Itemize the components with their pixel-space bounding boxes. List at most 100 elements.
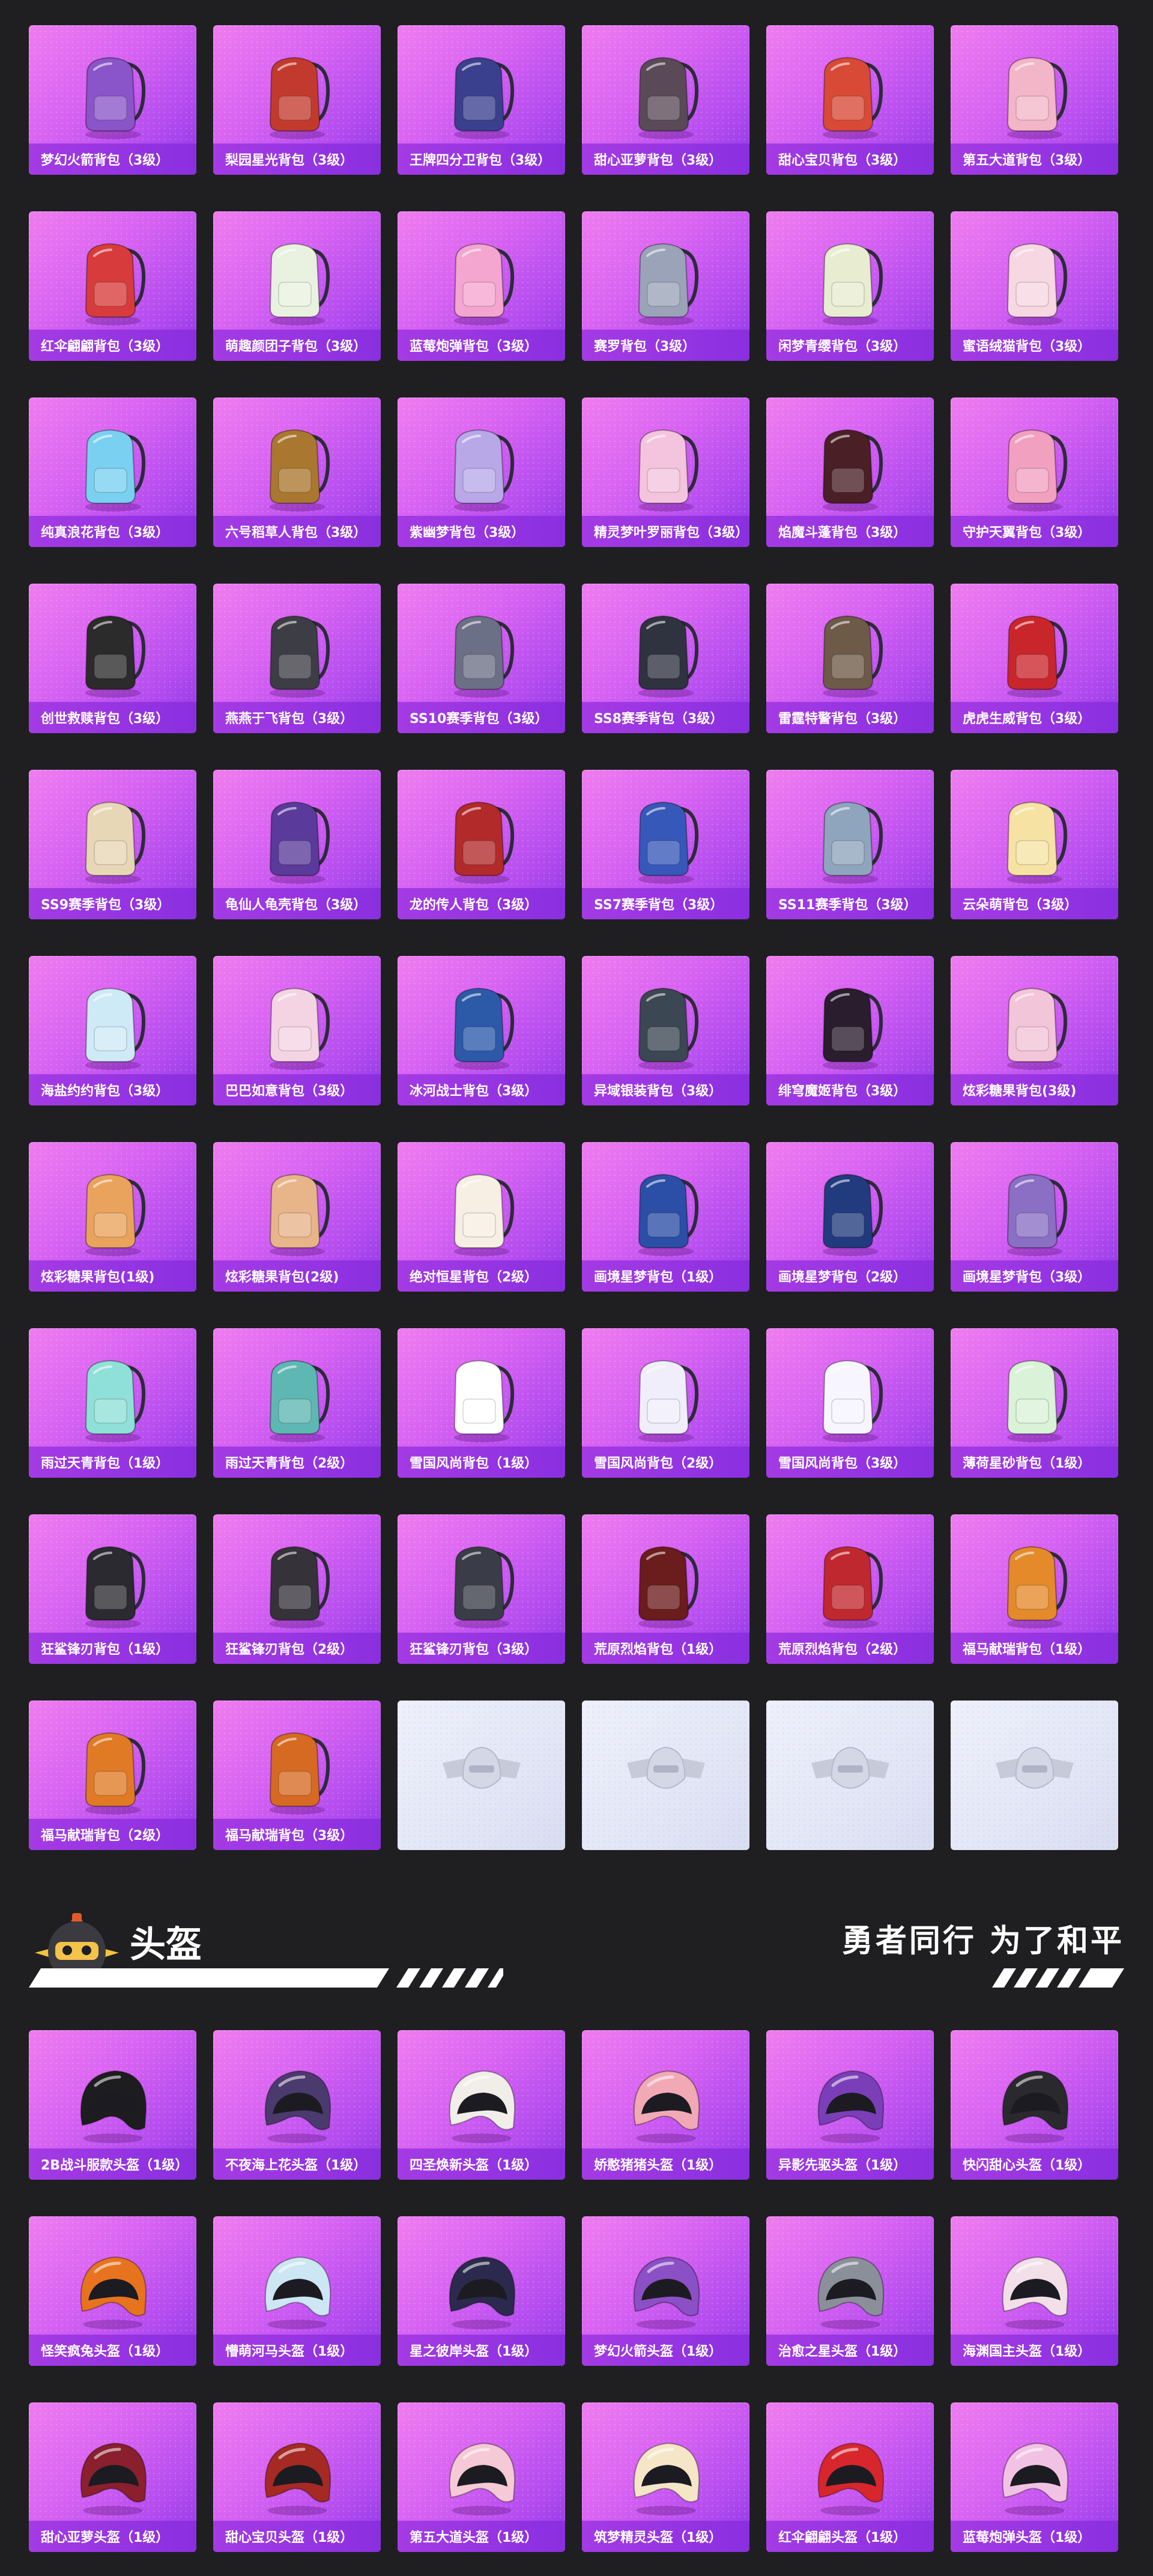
backpack-name-label: 绝对恒星背包（2级） (398, 1260, 565, 1292)
backpack-card[interactable]: 紫幽梦背包（3级） (398, 398, 565, 547)
helmet-card[interactable]: 甜心亚萝头盔（1级） (29, 2402, 196, 2552)
backpack-card[interactable]: 赛罗背包（3级） (582, 211, 749, 361)
helmet-card[interactable]: 四圣焕新头盔（1级） (398, 2030, 565, 2180)
helmet-card[interactable]: 梦幻火箭头盔（1级） (582, 2216, 749, 2366)
backpack-card[interactable]: 炫彩糖果背包(2级) (213, 1142, 381, 1292)
backpack-card[interactable]: 蓝莓炮弹背包（3级） (398, 211, 565, 361)
backpack-card[interactable]: 纯真浪花背包（3级） (29, 398, 196, 547)
locked-item-card[interactable] (582, 1701, 749, 1850)
backpack-card[interactable]: 荒原烈焰背包（1级） (582, 1514, 749, 1664)
helmet-card[interactable]: 海渊国主头盔（1级） (951, 2216, 1118, 2366)
tech-backpack-icon (638, 987, 698, 1070)
helmet-card[interactable]: 治愈之星头盔（1级） (766, 2216, 934, 2366)
helmet-card[interactable]: 红伞翩翩头盔（1级） (766, 2402, 934, 2552)
backpack-card[interactable]: 守护天翼背包（3级） (951, 398, 1118, 547)
pubg-emblem-icon (811, 1746, 889, 1789)
backpack-card[interactable]: 狂鲨锋刃背包（2级） (213, 1514, 381, 1664)
backpack-card[interactable]: SS11赛季背包（3级） (766, 770, 934, 919)
backpack-card[interactable]: 福马献瑞背包（3级） (213, 1701, 381, 1850)
helmet-card[interactable]: 懵萌河马头盔（1级） (213, 2216, 381, 2366)
backpack-card[interactable]: 精灵梦叶罗丽背包（3级） (582, 398, 749, 547)
backpack-card[interactable]: 蜜语绒猫背包（3级） (951, 211, 1118, 361)
locked-item-card[interactable] (951, 1701, 1118, 1850)
backpack-card[interactable]: 甜心宝贝背包（3级） (766, 25, 934, 175)
backpack-card[interactable]: 福马献瑞背包（1级） (951, 1514, 1118, 1664)
backpack-card[interactable]: 薄荷星砂背包（1级） (951, 1328, 1118, 1478)
backpack-name-label: 狂鲨锋刃背包（1级） (29, 1633, 196, 1664)
slogan-text: 勇者同行 为了和平 (841, 1923, 1124, 1959)
helmet-card[interactable]: 筑梦精灵头盔（1级） (582, 2402, 749, 2552)
backpack-card[interactable]: 巴巴如意背包（3级） (213, 956, 381, 1105)
backpack-card[interactable]: 画境星梦背包（3级） (951, 1142, 1118, 1292)
backpack-card[interactable]: 画境星梦背包（2级） (766, 1142, 934, 1292)
rocket-backpack-icon (85, 56, 145, 139)
backpack-card[interactable]: 梦幻火箭背包（3级） (29, 25, 196, 175)
helmet-card[interactable]: 异影先驱头盔（1级） (766, 2030, 934, 2180)
pubg-emblem-icon (626, 1746, 705, 1789)
backpack-name-label: 雨过天青背包（2级） (213, 1447, 381, 1478)
backpack-card[interactable]: 荒原烈焰背包（2级） (766, 1514, 934, 1664)
mecha-backpack-icon (638, 243, 698, 325)
backpack-name-label: 画境星梦背包（2级） (766, 1260, 934, 1292)
backpack-card[interactable]: 闲梦青缨背包（3级） (766, 211, 934, 361)
backpack-card[interactable]: 萌趣颜团子背包（3级） (213, 211, 381, 361)
helmet-card[interactable]: 怪笑疯兔头盔（1级） (29, 2216, 196, 2366)
backpack-card[interactable]: 第五大道背包（3级） (951, 25, 1118, 175)
backpack-card[interactable]: SS9赛季背包（3级） (29, 770, 196, 919)
helmet-card[interactable]: 星之彼岸头盔（1级） (398, 2216, 565, 2366)
backpack-card[interactable]: 福马献瑞背包（2级） (29, 1701, 196, 1850)
backpack-card[interactable]: 炫彩糖果背包(3级) (951, 956, 1118, 1105)
locked-item-card[interactable] (398, 1701, 565, 1850)
backpack-card[interactable]: 海盐约约背包（3级） (29, 956, 196, 1105)
helmet-card[interactable]: 娇憨猪猪头盔（1级） (582, 2030, 749, 2180)
backpack-card[interactable]: 龟仙人龟壳背包（3级） (213, 770, 381, 919)
backpack-card[interactable]: 王牌四分卫背包（3级） (398, 25, 565, 175)
helmet-icon (817, 2070, 884, 2143)
backpack-name-label: 虎虎生威背包（3级） (951, 702, 1118, 733)
backpack-card[interactable]: 炫彩糖果背包(1级) (29, 1142, 196, 1292)
backpack-card[interactable]: 焰魔斗蓬背包（3级） (766, 398, 934, 547)
backpack-card[interactable]: 画境星梦背包（1级） (582, 1142, 749, 1292)
helmet-name-label: 梦幻火箭头盔（1级） (582, 2335, 749, 2366)
backpack-card[interactable]: 绝对恒星背包（2级） (398, 1142, 565, 1292)
helmet-card[interactable]: 第五大道头盔（1级） (398, 2402, 565, 2552)
backpack-card[interactable]: 燕燕于飞背包（3级） (213, 584, 381, 733)
locked-item-card[interactable] (766, 1701, 934, 1850)
backpack-card[interactable]: 狂鲨锋刃背包（3级） (398, 1514, 565, 1664)
backpack-card[interactable]: 龙的传人背包（3级） (398, 770, 565, 919)
backpack-card[interactable]: SS8赛季背包（3级） (582, 584, 749, 733)
helmet-card[interactable]: 快闪甜心头盔（1级） (951, 2030, 1118, 2180)
backpack-card[interactable]: 雨过天青背包（2级） (213, 1328, 381, 1478)
backpack-name-label: 闲梦青缨背包（3级） (766, 330, 934, 361)
backpack-card[interactable]: 虎虎生威背包（3级） (951, 584, 1118, 733)
backpack-card[interactable]: 红伞翩翩背包（3级） (29, 211, 196, 361)
backpack-card[interactable]: SS7赛季背包（3级） (582, 770, 749, 919)
backpack-card[interactable]: 狂鲨锋刃背包（1级） (29, 1514, 196, 1664)
backpack-card[interactable]: 雪国风尚背包（2级） (582, 1328, 749, 1478)
backpack-name-label: SS8赛季背包（3级） (582, 702, 749, 733)
bunny-backpack-icon (453, 429, 514, 512)
backpack-card[interactable]: 六号稻草人背包（3级） (213, 398, 381, 547)
backpack-card[interactable]: 异域银装背包（3级） (582, 956, 749, 1105)
helmet-icon (1002, 2256, 1068, 2329)
backpack-card[interactable]: 创世救赎背包（3级） (29, 584, 196, 733)
backpack-card[interactable]: 绯穹魔姬背包（3级） (766, 956, 934, 1105)
lantern-backpack-icon (822, 243, 883, 325)
backpack-card[interactable]: 雷霆特警背包（3级） (766, 584, 934, 733)
backpack-card[interactable]: 雪国风尚背包（3级） (766, 1328, 934, 1478)
backpack-card[interactable]: 雨过天青背包（1级） (29, 1328, 196, 1478)
wing-backpack-icon (1006, 429, 1067, 512)
helmet-card[interactable]: 蓝莓炮弹头盔（1级） (951, 2402, 1118, 2552)
helmet-card[interactable]: 不夜海上花头盔（1级） (213, 2030, 381, 2180)
backpack-card[interactable]: 雪国风尚背包（1级） (398, 1328, 565, 1478)
backpack-card[interactable]: 梨园星光背包（3级） (213, 25, 381, 175)
backpack-name-label: 精灵梦叶罗丽背包（3级） (582, 516, 749, 547)
backpack-card[interactable]: SS10赛季背包（3级） (398, 584, 565, 733)
backpack-card[interactable]: 冰河战士背包（3级） (398, 956, 565, 1105)
helmet-card[interactable]: 2B战斗服款头盔（1级） (29, 2030, 196, 2180)
backpack-card[interactable]: 甜心亚萝背包（3级） (582, 25, 749, 175)
helmet-card[interactable]: 甜心宝贝头盔（1级） (213, 2402, 381, 2552)
armor-backpack-icon (85, 615, 145, 698)
backpack-card[interactable]: 云朵萌背包（3级） (951, 770, 1118, 919)
helmet-section-header: 头盔 勇者同行 为了和平 (29, 1891, 1124, 1994)
